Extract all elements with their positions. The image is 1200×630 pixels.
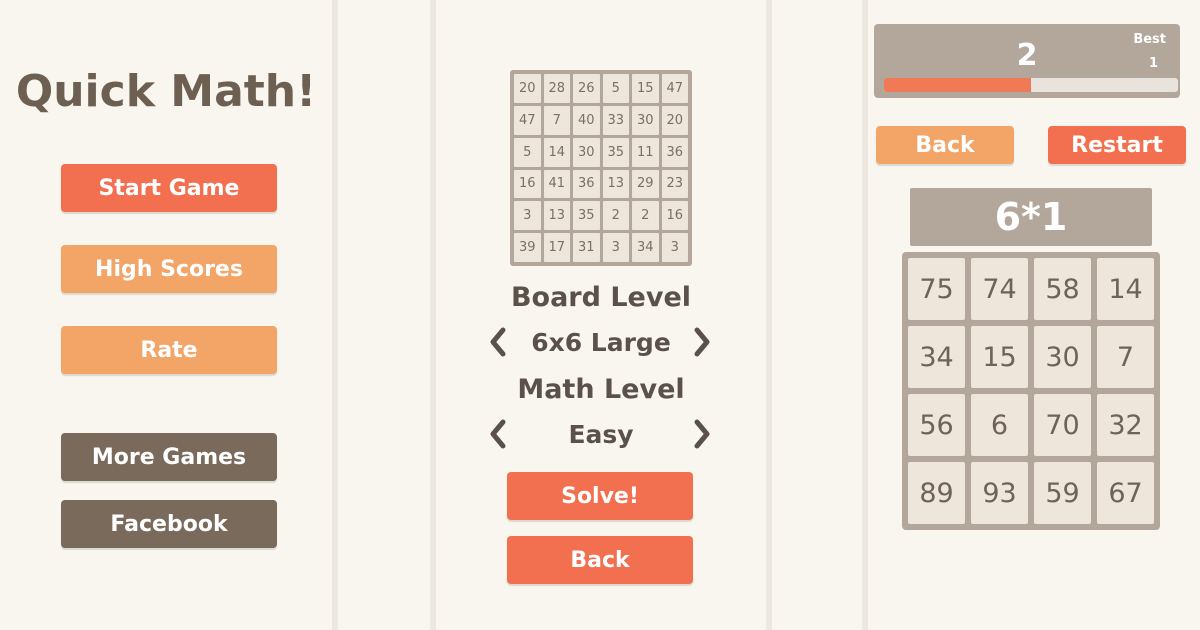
number-tile[interactable]: 75	[908, 258, 965, 320]
math-level-label: Math Level	[517, 374, 685, 405]
board-level-label: Board Level	[510, 282, 692, 313]
board-preview-cell: 20	[661, 105, 688, 135]
number-tile[interactable]: 56	[908, 394, 965, 456]
number-tile[interactable]: 89	[908, 462, 965, 524]
board-preview-cell: 5	[514, 137, 541, 167]
board-preview-cell: 3	[661, 233, 688, 262]
timer-progress-bar	[884, 78, 1178, 92]
chevron-right-icon	[694, 419, 710, 449]
math-level-value: Easy	[568, 420, 634, 449]
board-preview-cell: 35	[573, 201, 600, 231]
chevron-right-icon	[694, 327, 710, 357]
number-tile[interactable]: 6	[971, 394, 1028, 456]
board-preview-cell: 14	[543, 137, 570, 167]
number-tile[interactable]: 59	[1034, 462, 1091, 524]
math-level-next-button[interactable]	[692, 419, 712, 449]
board-preview-cell: 28	[543, 74, 570, 103]
number-tile[interactable]: 74	[971, 258, 1028, 320]
board-preview-cell: 15	[632, 74, 659, 103]
board-preview-cell: 7	[543, 105, 570, 135]
board-preview-cell: 16	[661, 201, 688, 231]
main-menu-screen: Quick Math! Start Game High Scores Rate …	[0, 0, 332, 630]
number-tile[interactable]: 58	[1034, 258, 1091, 320]
board-preview-cell: 17	[543, 233, 570, 262]
spacer-panel-2	[772, 0, 862, 630]
board-level-next-button[interactable]	[692, 327, 712, 357]
board-preview-cell: 36	[573, 169, 600, 199]
best-label: Best	[1133, 32, 1166, 47]
board-preview-cell: 47	[661, 74, 688, 103]
board-preview-cell: 33	[602, 105, 629, 135]
board-preview-cell: 39	[514, 233, 541, 262]
facebook-button[interactable]: Facebook	[61, 500, 277, 548]
high-scores-button[interactable]: High Scores	[61, 245, 277, 293]
board-preview-cell: 30	[632, 105, 659, 135]
game-back-button[interactable]: Back	[876, 126, 1014, 164]
board-preview-cell: 34	[632, 233, 659, 262]
game-board: 75 74 58 14 34 15 30 7 56 6 70 32 89 93 59 67	[902, 252, 1160, 530]
number-tile[interactable]: 14	[1097, 258, 1154, 320]
settings-screen: 20 28 26 5 15 47 47 7 40 33 30 20 5 14 30 35 11 36 16 41 36 1…	[436, 0, 766, 630]
number-tile[interactable]: 70	[1034, 394, 1091, 456]
board-preview-cell: 30	[573, 137, 600, 167]
board-level-value: 6x6 Large	[531, 328, 671, 357]
board-preview-cell: 3	[514, 201, 541, 231]
board-preview-cell: 13	[543, 201, 570, 231]
board-preview-cell: 2	[632, 201, 659, 231]
board-preview-cell: 26	[573, 74, 600, 103]
board-preview-cell: 36	[661, 137, 688, 167]
game-screen: 2 Best 1 Back Restart 6*1 75 74 58 14 34 15 30…	[868, 0, 1200, 630]
number-tile[interactable]: 34	[908, 326, 965, 388]
start-game-button[interactable]: Start Game	[61, 164, 277, 212]
rate-button[interactable]: Rate	[61, 326, 277, 374]
number-tile[interactable]: 15	[971, 326, 1028, 388]
board-preview-cell: 16	[514, 169, 541, 199]
number-tile[interactable]: 30	[1034, 326, 1091, 388]
settings-back-button[interactable]: Back	[507, 536, 693, 584]
board-preview-cell: 41	[543, 169, 570, 199]
board-preview-cell: 20	[514, 74, 541, 103]
number-tile[interactable]: 67	[1097, 462, 1154, 524]
game-title: Quick Math!	[15, 66, 317, 117]
board-preview-cell: 23	[661, 169, 688, 199]
board-preview: 20 28 26 5 15 47 47 7 40 33 30 20 5 14 30 35 11 36 16 41 36 1…	[510, 70, 692, 266]
board-preview-cell: 35	[602, 137, 629, 167]
number-tile[interactable]: 7	[1097, 326, 1154, 388]
board-preview-cell: 3	[602, 233, 629, 262]
board-preview-cell: 47	[514, 105, 541, 135]
board-preview-cell: 2	[602, 201, 629, 231]
solve-button[interactable]: Solve!	[507, 472, 693, 520]
board-preview-cell: 31	[573, 233, 600, 262]
board-preview-cell: 11	[632, 137, 659, 167]
math-problem: 6*1	[910, 188, 1152, 246]
score-bar: 2 Best 1	[874, 24, 1180, 98]
number-tile[interactable]: 32	[1097, 394, 1154, 456]
board-preview-cell: 29	[632, 169, 659, 199]
best-score: 1	[1148, 56, 1158, 71]
board-preview-cell: 40	[573, 105, 600, 135]
board-preview-cell: 13	[602, 169, 629, 199]
spacer-panel-1	[338, 0, 430, 630]
more-games-button[interactable]: More Games	[61, 433, 277, 481]
board-preview-cell: 5	[602, 74, 629, 103]
restart-button[interactable]: Restart	[1048, 126, 1186, 164]
timer-progress-fill	[884, 78, 1031, 92]
number-tile[interactable]: 93	[971, 462, 1028, 524]
